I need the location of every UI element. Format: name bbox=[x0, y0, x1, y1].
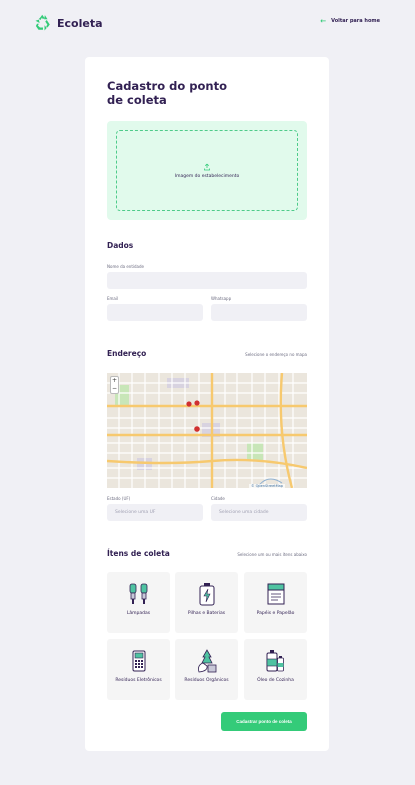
item-label: Papéis e Papelão bbox=[256, 611, 295, 616]
oil-icon bbox=[266, 650, 284, 672]
item-pilhas[interactable]: Pilhas e Baterias bbox=[175, 572, 238, 633]
back-home-label: Voltar para home bbox=[331, 18, 380, 24]
section-title-itens: Ítens de coleta bbox=[107, 549, 170, 558]
back-home-link[interactable]: ← Voltar para home bbox=[320, 16, 380, 25]
email-input[interactable] bbox=[107, 304, 203, 321]
item-papeis[interactable]: Papéis e Papelão bbox=[244, 572, 307, 633]
name-input[interactable] bbox=[107, 272, 307, 289]
item-label: Óleo de Cozinha bbox=[257, 678, 294, 683]
organic-icon bbox=[197, 649, 216, 673]
section-title-dados: Dados bbox=[107, 241, 134, 250]
item-label: Resíduos Eletrônicos bbox=[115, 678, 162, 683]
whatsapp-label: Whatsapp bbox=[211, 296, 232, 301]
uf-label: Estado (UF) bbox=[107, 496, 131, 501]
item-oleo[interactable]: Óleo de Cozinha bbox=[244, 639, 307, 700]
app-name: Ecoleta bbox=[57, 16, 103, 30]
logo: Ecoleta bbox=[34, 14, 103, 32]
zoom-out-button[interactable]: − bbox=[111, 385, 118, 393]
page-header: Ecoleta ← Voltar para home bbox=[0, 0, 415, 46]
paper-icon bbox=[267, 583, 284, 605]
items-hint: Selecione um ou mais ítens abaixo bbox=[237, 552, 307, 557]
item-label: Pilhas e Baterias bbox=[187, 611, 226, 616]
city-select[interactable]: Selecione uma cidade bbox=[211, 504, 307, 521]
lamp-icon bbox=[129, 583, 147, 604]
item-label: Resíduos Orgânicos bbox=[184, 678, 229, 683]
recycle-icon bbox=[35, 14, 50, 31]
item-label: Lâmpadas bbox=[126, 611, 151, 616]
item-lampadas[interactable]: Lâmpadas bbox=[107, 572, 170, 633]
name-label: Nome da entidade bbox=[107, 264, 144, 269]
page-title: Cadastro do ponto de coleta bbox=[107, 79, 227, 107]
map-hint: Selecione o endereço no mapa bbox=[245, 352, 307, 357]
zoom-in-button[interactable]: + bbox=[111, 377, 118, 385]
battery-icon bbox=[199, 583, 214, 606]
dropzone-border[interactable]: Imagem do estabelecimento bbox=[116, 130, 298, 211]
map[interactable]: + − © OpenStreetMap bbox=[107, 373, 307, 488]
arrow-left-icon: ← bbox=[320, 16, 327, 25]
image-dropzone[interactable]: Imagem do estabelecimento bbox=[107, 121, 307, 220]
section-title-endereco: Endereço bbox=[107, 349, 147, 358]
electronics-icon bbox=[132, 650, 145, 672]
upload-icon bbox=[204, 163, 210, 170]
item-eletronicos[interactable]: Resíduos Eletrônicos bbox=[107, 639, 170, 700]
submit-button[interactable]: Cadastrar ponto de coleta bbox=[221, 712, 307, 731]
form-card: Cadastro do ponto de coleta Imagem do es… bbox=[85, 57, 329, 751]
map-tiles[interactable] bbox=[107, 373, 307, 488]
whatsapp-input[interactable] bbox=[211, 304, 307, 321]
email-label: Email bbox=[107, 296, 119, 301]
dropzone-label: Imagem do estabelecimento bbox=[174, 173, 240, 179]
item-organicos[interactable]: Resíduos Orgânicos bbox=[175, 639, 238, 700]
uf-select[interactable]: Selecione uma UF bbox=[107, 504, 203, 521]
map-zoom-control: + − bbox=[110, 376, 119, 394]
map-attribution[interactable]: © OpenStreetMap bbox=[249, 484, 285, 488]
city-label: Cidade bbox=[211, 496, 225, 501]
